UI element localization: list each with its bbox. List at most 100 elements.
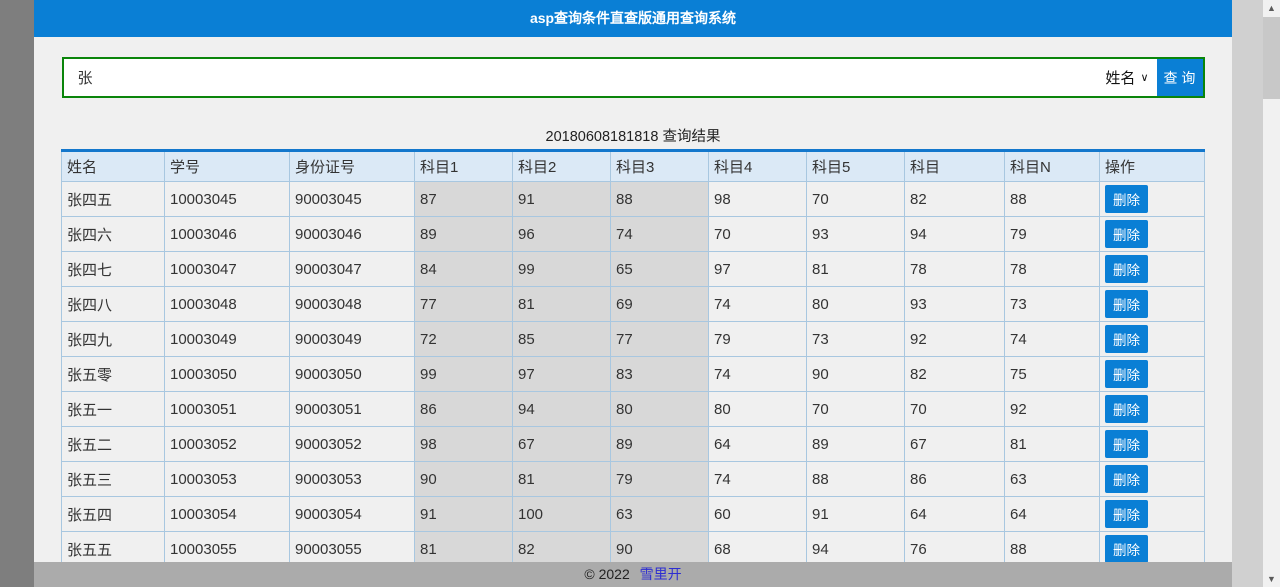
table-cell: 10003047 — [165, 252, 290, 287]
table-cell: 93 — [807, 217, 905, 252]
table-cell: 10003050 — [165, 357, 290, 392]
table-cell: 89 — [611, 427, 709, 462]
field-select-value: 姓名 — [1105, 67, 1135, 88]
table-cell: 张四八 — [62, 287, 165, 322]
actions-cell: 删除 — [1100, 462, 1205, 497]
actions-cell: 删除 — [1100, 392, 1205, 427]
actions-cell: 删除 — [1100, 497, 1205, 532]
table-cell: 张四六 — [62, 217, 165, 252]
scroll-down-icon[interactable]: ▼ — [1263, 571, 1280, 587]
table-cell: 94 — [513, 392, 611, 427]
table-cell: 97 — [513, 357, 611, 392]
table-cell: 89 — [807, 427, 905, 462]
table-cell: 10003049 — [165, 322, 290, 357]
table-cell: 91 — [415, 497, 513, 532]
table-cell: 91 — [513, 182, 611, 217]
table-cell: 64 — [905, 497, 1005, 532]
delete-button[interactable]: 删除 — [1105, 255, 1148, 283]
column-header: 学号 — [165, 151, 290, 182]
table-cell: 张五三 — [62, 462, 165, 497]
table-cell: 88 — [1005, 182, 1100, 217]
table-cell: 74 — [709, 357, 807, 392]
table-cell: 90 — [807, 357, 905, 392]
table-cell: 85 — [513, 322, 611, 357]
footer: © 2022 雪里开 — [34, 562, 1232, 587]
footer-link[interactable]: 雪里开 — [640, 566, 682, 582]
actions-cell: 删除 — [1100, 287, 1205, 322]
column-header: 科目2 — [513, 151, 611, 182]
table-cell: 86 — [415, 392, 513, 427]
table-cell: 78 — [905, 252, 1005, 287]
page-left-margin — [0, 0, 34, 587]
table-cell: 80 — [709, 392, 807, 427]
table-cell: 88 — [807, 462, 905, 497]
table-cell: 81 — [807, 252, 905, 287]
delete-button[interactable]: 删除 — [1105, 430, 1148, 458]
table-cell: 65 — [611, 252, 709, 287]
table-row: 张四九100030499000304972857779739274删除 — [62, 322, 1205, 357]
table-cell: 90003051 — [290, 392, 415, 427]
field-select[interactable]: 姓名 ∨ — [1099, 59, 1156, 96]
table-cell: 82 — [905, 357, 1005, 392]
table-cell: 79 — [1005, 217, 1100, 252]
actions-cell: 删除 — [1100, 427, 1205, 462]
table-cell: 89 — [415, 217, 513, 252]
delete-button[interactable]: 删除 — [1105, 185, 1148, 213]
table-cell: 90003054 — [290, 497, 415, 532]
table-cell: 94 — [905, 217, 1005, 252]
table-cell: 69 — [611, 287, 709, 322]
table-cell: 64 — [1005, 497, 1100, 532]
browser-viewport: asp查询条件直查版通用查询系统 姓名 ∨ 查 询 20180608181818… — [0, 0, 1280, 587]
table-row: 张五四1000305490003054911006360916464删除 — [62, 497, 1205, 532]
chevron-down-icon: ∨ — [1140, 71, 1148, 84]
search-button[interactable]: 查 询 — [1157, 59, 1203, 96]
table-cell: 90003048 — [290, 287, 415, 322]
table-cell: 10003054 — [165, 497, 290, 532]
table-cell: 70 — [807, 392, 905, 427]
table-row: 张五零100030509000305099978374908275删除 — [62, 357, 1205, 392]
table-cell: 84 — [415, 252, 513, 287]
table-header-row: 姓名学号身份证号科目1科目2科目3科目4科目5科目科目N操作 — [62, 151, 1205, 182]
table-cell: 张五二 — [62, 427, 165, 462]
delete-button[interactable]: 删除 — [1105, 535, 1148, 563]
table-cell: 10003052 — [165, 427, 290, 462]
table-cell: 87 — [415, 182, 513, 217]
actions-cell: 删除 — [1100, 357, 1205, 392]
table-cell: 86 — [905, 462, 1005, 497]
table-row: 张五三100030539000305390817974888663删除 — [62, 462, 1205, 497]
table-cell: 70 — [905, 392, 1005, 427]
table-cell: 77 — [415, 287, 513, 322]
delete-button[interactable]: 删除 — [1105, 395, 1148, 423]
table-cell: 96 — [513, 217, 611, 252]
table-cell: 70 — [709, 217, 807, 252]
column-header: 操作 — [1100, 151, 1205, 182]
table-cell: 92 — [905, 322, 1005, 357]
table-cell: 10003053 — [165, 462, 290, 497]
table-row: 张四六100030469000304689967470939479删除 — [62, 217, 1205, 252]
column-header: 科目N — [1005, 151, 1100, 182]
actions-cell: 删除 — [1100, 252, 1205, 287]
table-cell: 97 — [709, 252, 807, 287]
table-cell: 74 — [1005, 322, 1100, 357]
table-cell: 张四九 — [62, 322, 165, 357]
scrollbar-thumb[interactable] — [1263, 17, 1280, 99]
scroll-up-icon[interactable]: ▲ — [1263, 0, 1280, 16]
delete-button[interactable]: 删除 — [1105, 290, 1148, 318]
table-cell: 74 — [611, 217, 709, 252]
delete-button[interactable]: 删除 — [1105, 500, 1148, 528]
table-row: 张五一100030519000305186948080707092删除 — [62, 392, 1205, 427]
table-cell: 74 — [709, 287, 807, 322]
table-cell: 90003053 — [290, 462, 415, 497]
table-cell: 70 — [807, 182, 905, 217]
delete-button[interactable]: 删除 — [1105, 360, 1148, 388]
delete-button[interactable]: 删除 — [1105, 465, 1148, 493]
column-header: 身份证号 — [290, 151, 415, 182]
vertical-scrollbar[interactable]: ▲ ▼ — [1263, 0, 1280, 587]
table-row: 张四八100030489000304877816974809373删除 — [62, 287, 1205, 322]
delete-button[interactable]: 删除 — [1105, 325, 1148, 353]
column-header: 科目4 — [709, 151, 807, 182]
search-input[interactable] — [64, 59, 1100, 96]
delete-button[interactable]: 删除 — [1105, 220, 1148, 248]
column-header: 科目1 — [415, 151, 513, 182]
table-cell: 75 — [1005, 357, 1100, 392]
